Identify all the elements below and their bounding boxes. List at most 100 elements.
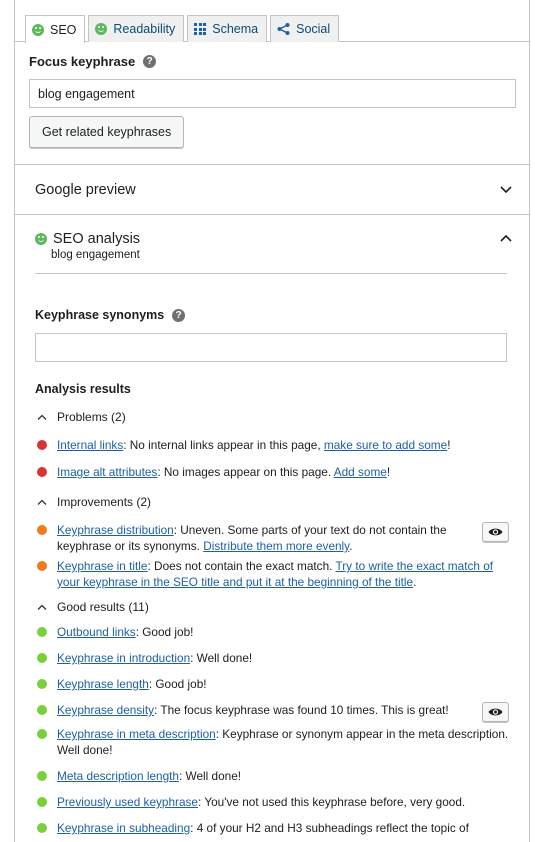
result-text: Keyphrase in title: Does not contain the… — [57, 558, 509, 590]
result-link[interactable]: Keyphrase in title — [57, 559, 148, 573]
result-item: Keyphrase in meta description: Keyphrase… — [15, 726, 529, 758]
google-preview-toggle[interactable]: Google preview — [15, 165, 529, 215]
result-item: Keyphrase length: Good job! — [15, 676, 529, 692]
grid-icon — [194, 23, 207, 35]
result-link[interactable]: Keyphrase distribution — [57, 523, 174, 537]
eye-icon[interactable] — [482, 522, 509, 542]
result-link[interactable]: Keyphrase length — [57, 677, 149, 691]
focus-keyphrase-section: Focus keyphrase ? blog engagement Get re… — [15, 42, 529, 165]
problem-bullet-icon — [37, 467, 47, 477]
result-item: Meta description length: Well done! — [15, 768, 529, 784]
result-item: Image alt attributes: No images appear o… — [15, 464, 529, 480]
result-text: Internal links: No internal links appear… — [57, 437, 509, 453]
seo-analysis-label: SEO analysis — [53, 231, 141, 247]
tab-label: Schema — [212, 22, 259, 36]
result-text: Keyphrase length: Good job! — [57, 676, 509, 692]
result-text: Outbound links: Good job! — [57, 624, 509, 640]
result-text: Meta description length: Well done! — [57, 768, 509, 784]
tab-schema[interactable]: Schema — [187, 15, 268, 42]
result-action-link[interactable]: Distribute them more evenly — [203, 539, 349, 553]
result-tail: ! — [386, 465, 391, 479]
improvement-bullet-icon — [37, 525, 47, 535]
result-item: Keyphrase in introduction: Well done! — [15, 650, 529, 666]
tab-readability[interactable]: Readability — [88, 15, 185, 42]
tab-label: Readability — [113, 22, 176, 36]
result-link[interactable]: Keyphrase in subheading — [57, 821, 190, 835]
keyphrase-synonyms-input[interactable] — [35, 333, 507, 362]
result-text: Previously used keyphrase: You've not us… — [57, 794, 509, 810]
good-bullet-icon — [37, 729, 47, 739]
analysis-results-title: Analysis results — [35, 382, 131, 396]
result-text: Image alt attributes: No images appear o… — [57, 464, 509, 480]
problems-label: Problems (2) — [57, 410, 126, 424]
result-link[interactable]: Image alt attributes — [57, 465, 157, 479]
result-description: : You've not used this keyphrase before,… — [197, 795, 466, 809]
good-bullet-icon — [37, 771, 47, 781]
result-link[interactable]: Keyphrase in introduction — [57, 651, 190, 665]
focus-keyphrase-label: Focus keyphrase — [29, 54, 136, 69]
result-description: : The focus keyphrase was found 10 times… — [154, 703, 449, 717]
result-description: : Good job! — [135, 625, 194, 639]
result-action-link[interactable]: Add some — [334, 465, 387, 479]
result-item: Previously used keyphrase: You've not us… — [15, 794, 529, 810]
result-tail: . — [413, 575, 417, 589]
result-link[interactable]: Keyphrase density — [57, 703, 154, 717]
divider — [35, 273, 507, 274]
result-item: Outbound links: Good job! — [15, 624, 529, 640]
good-results-toggle[interactable]: Good results (11) — [15, 600, 529, 614]
tab-social[interactable]: Social — [270, 15, 340, 42]
improvements-label: Improvements (2) — [57, 495, 152, 509]
focus-keyphrase-input[interactable]: blog engagement — [29, 79, 516, 108]
result-description: : Good job! — [148, 677, 207, 691]
result-text: Keyphrase in subheading: 4 of your H2 an… — [57, 820, 509, 836]
good-bullet-icon — [37, 797, 47, 807]
result-text: Keyphrase density: The focus keyphrase w… — [57, 702, 466, 722]
good-bullet-icon — [37, 705, 47, 715]
result-text: Keyphrase in introduction: Well done! — [57, 650, 509, 666]
result-description: : No images appear on this page. — [157, 465, 334, 479]
keyphrase-synonyms-label: Keyphrase synonyms — [35, 308, 165, 322]
result-item: Keyphrase in subheading: 4 of your H2 an… — [15, 820, 529, 836]
get-related-keyphrases-button[interactable]: Get related keyphrases — [29, 116, 185, 148]
problem-bullet-icon — [37, 440, 47, 450]
share-icon — [277, 23, 290, 35]
seo-analysis-header[interactable]: SEO analysis blog engagement — [15, 215, 529, 274]
result-link[interactable]: Meta description length — [57, 769, 179, 783]
result-description: : Well done! — [190, 651, 253, 665]
improvement-bullet-icon — [37, 561, 47, 571]
tab-seo[interactable]: SEO — [25, 15, 86, 43]
result-tail: ! — [447, 438, 451, 452]
result-description: : 4 of your H2 and H3 subheadings reflec… — [190, 821, 469, 835]
problems-toggle[interactable]: Problems (2) — [15, 410, 529, 424]
seo-analysis-subtitle: blog engagement — [51, 249, 140, 261]
good-bullet-icon — [37, 823, 47, 833]
caret-up-icon — [37, 497, 51, 508]
result-text: Keyphrase distribution: Uneven. Some par… — [57, 522, 466, 554]
good-results-label: Good results (11) — [57, 600, 149, 614]
result-link[interactable]: Outbound links — [57, 625, 136, 639]
yoast-seo-panel: SEO Readability Schema Social Focus keyp… — [14, 0, 530, 842]
help-icon[interactable]: ? — [172, 308, 186, 322]
keyphrase-synonyms-heading: Keyphrase synonyms ? — [35, 308, 523, 322]
good-bullet-icon — [37, 679, 47, 689]
chevron-up-icon — [499, 231, 513, 245]
caret-up-icon — [37, 602, 51, 613]
tab-label: Social — [296, 22, 331, 36]
result-description: : No internal links appear in this page, — [123, 438, 324, 452]
result-text: Keyphrase in meta description: Keyphrase… — [57, 726, 509, 758]
result-description: : Well done! — [178, 769, 242, 783]
tab-label: SEO — [50, 22, 77, 37]
eye-icon[interactable] — [482, 702, 509, 722]
improvements-toggle[interactable]: Improvements (2) — [15, 495, 529, 509]
result-link[interactable]: Internal links — [57, 438, 123, 452]
help-icon[interactable]: ? — [143, 55, 157, 68]
good-bullet-icon — [37, 653, 47, 663]
result-link[interactable]: Keyphrase in meta description — [57, 727, 216, 741]
result-item: Internal links: No internal links appear… — [15, 437, 529, 453]
smiley-icon — [32, 23, 44, 36]
result-link[interactable]: Previously used keyphrase — [57, 795, 198, 809]
result-action-link[interactable]: make sure to add some — [324, 438, 447, 452]
tab-bar: SEO Readability Schema Social — [15, 0, 529, 43]
seo-analysis-row: SEO analysis — [35, 231, 513, 247]
good-bullet-icon — [37, 627, 47, 637]
